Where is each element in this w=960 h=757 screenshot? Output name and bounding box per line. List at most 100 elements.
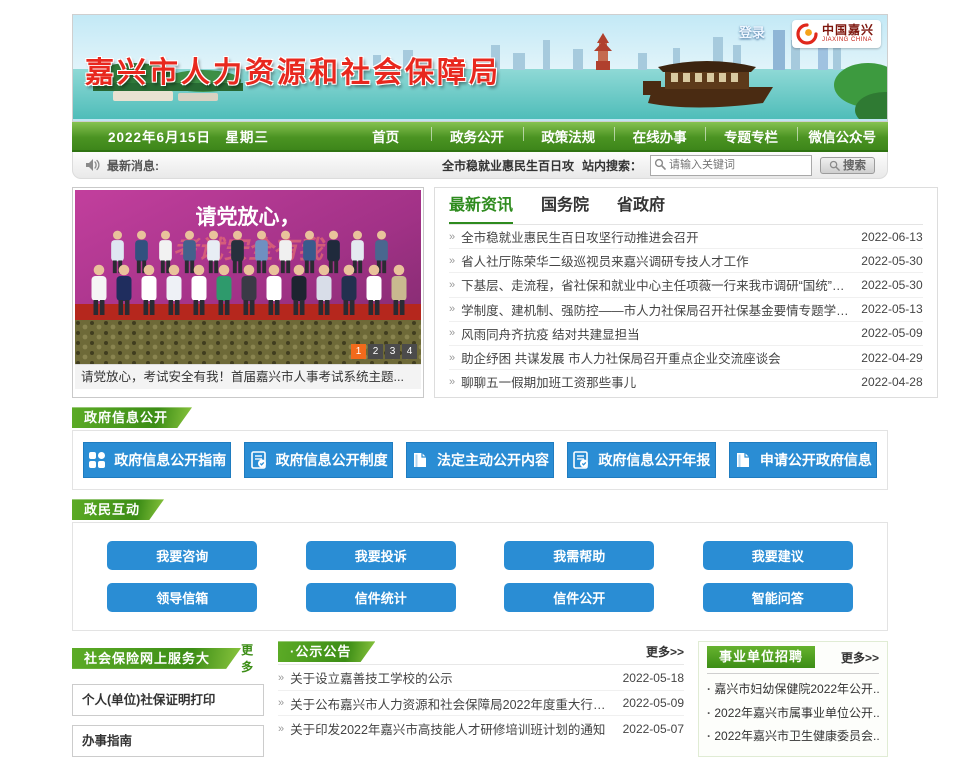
search-button[interactable]: 搜索 xyxy=(820,157,875,174)
grid-icon xyxy=(88,451,106,469)
nav-date: 2022年6月15日 星期三 xyxy=(72,126,340,146)
recruitment-more-link[interactable]: 更多>> xyxy=(841,649,879,666)
news-item-date: 2022-06-13 xyxy=(861,230,922,244)
news-list-item[interactable]: » 助企纾困 共谋发展 市人力社保局召开重点企业交流座谈会 2022-04-29 xyxy=(449,346,923,370)
weekday-text: 星期三 xyxy=(225,130,269,145)
news-tab[interactable]: 最新资讯 xyxy=(449,188,513,224)
service-item[interactable]: 办事指南 xyxy=(72,725,264,757)
ticker-marquee-text[interactable]: 全市稳就业惠民生百日攻 xyxy=(442,157,574,174)
interaction-button[interactable]: 我要投诉 xyxy=(306,541,456,570)
news-list-item[interactable]: » 省人社厅陈荣华二级巡视员来嘉兴调研专技人才工作 2022-05-30 xyxy=(449,249,923,273)
news-item-title: 省人社厅陈荣华二级巡视员来嘉兴调研专技人才工作 xyxy=(461,251,851,270)
news-list-item[interactable]: » 风雨同舟齐抗疫 结对共建显担当 2022-05-09 xyxy=(449,322,923,346)
interaction-button[interactable]: 我需帮助 xyxy=(504,541,654,570)
double-arrow-icon: » xyxy=(449,376,455,388)
social-security-more-link[interactable]: 更多 xyxy=(241,641,264,675)
double-arrow-icon: » xyxy=(278,697,284,709)
news-list-item[interactable]: » 下基层、走流程，省社保和就业中心主任项薇一行来我市调研“国统”上线情况 20… xyxy=(449,273,923,297)
slideshow-caption[interactable]: 请党放心，考试安全有我！首届嘉兴市人事考试系统主题... xyxy=(75,364,421,389)
social-security-panel: 社会保险网上服务大厅 更多 个人(单位)社保证明打印办事指南 xyxy=(72,641,264,757)
document-check-icon xyxy=(572,451,590,469)
nav-link[interactable]: 首页 xyxy=(340,122,431,150)
info-disclosure-button[interactable]: 政府信息公开制度 xyxy=(244,442,392,478)
announcements-more-link[interactable]: 更多>> xyxy=(646,643,684,660)
info-button-label: 政府信息公开年报 xyxy=(598,450,710,470)
info-disclosure-button[interactable]: 申请公开政府信息 xyxy=(729,442,877,478)
nav-link[interactable]: 专题专栏 xyxy=(705,122,796,150)
main-nav: 2022年6月15日 星期三 首页政务公开政策法规在线办事专题专栏微信公众号 xyxy=(72,122,888,152)
info-disclosure-button[interactable]: 政府信息公开年报 xyxy=(567,442,715,478)
login-link[interactable]: 登录 xyxy=(739,22,765,41)
announcements-header: ·公示公告 xyxy=(278,641,375,662)
info-disclosure-header: 政府信息公开 xyxy=(72,407,192,428)
pagination-dot[interactable]: 3 xyxy=(385,344,400,359)
recruitment-item[interactable]: 嘉兴市妇幼保健院2022年公开... xyxy=(707,678,879,702)
news-list-item[interactable]: » 全市稳就业惠民生百日攻坚行动推进会召开 2022-06-13 xyxy=(449,225,923,249)
pagination-dot[interactable]: 2 xyxy=(368,344,383,359)
interaction-button[interactable]: 我要建议 xyxy=(703,541,853,570)
news-item-date: 2022-05-30 xyxy=(861,278,922,292)
announcements-list: » 关于设立嘉善技工学校的公示 2022-05-18 » 关于公布嘉兴市人力资源… xyxy=(278,665,684,741)
double-arrow-icon: » xyxy=(278,723,284,735)
photo-slideshow[interactable]: 请党放心， 考试安全有我 xyxy=(72,187,424,398)
double-arrow-icon: » xyxy=(449,327,455,339)
interaction-button[interactable]: 信件公开 xyxy=(504,583,654,612)
announcement-date: 2022-05-09 xyxy=(623,696,684,710)
interaction-button[interactable]: 领导信箱 xyxy=(107,583,257,612)
news-list-item[interactable]: » 学制度、建机制、强防控——市人力社保局召开社保基金要情专题学习会 2022-… xyxy=(449,298,923,322)
slideshow-photo[interactable]: 请党放心， 考试安全有我 xyxy=(75,190,421,364)
info-disclosure-button[interactable]: 政府信息公开指南 xyxy=(83,442,231,478)
news-ticker-bar: 最新消息: 全市稳就业惠民生百日攻 站内搜索： 搜索 xyxy=(72,152,888,179)
slideshow-pagination: 1234 xyxy=(351,344,417,359)
date-text: 2022年6月15日 xyxy=(108,130,211,145)
interaction-button[interactable]: 我要咨询 xyxy=(107,541,257,570)
news-item-title: 风雨同舟齐抗疫 结对共建显担当 xyxy=(461,324,851,343)
interaction-buttons: 我要咨询 我要投诉 我需帮助 我要建议领导信箱 信件统计 信件公开 智能问答 xyxy=(83,534,877,619)
search-input[interactable] xyxy=(650,155,812,176)
news-item-date: 2022-04-29 xyxy=(861,351,922,365)
nav-links: 首页政务公开政策法规在线办事专题专栏微信公众号 xyxy=(340,122,888,150)
news-tab[interactable]: 国务院 xyxy=(541,188,589,224)
service-item[interactable]: 个人(单位)社保证明打印 xyxy=(72,684,264,716)
announcement-item[interactable]: » 关于印发2022年嘉兴市高技能人才研修培训班计划的通知 2022-05-07 xyxy=(278,716,684,741)
site-search-label: 站内搜索： xyxy=(582,157,642,174)
announcement-item[interactable]: » 关于公布嘉兴市人力资源和社会保障局2022年度重大行政决策事... 2022… xyxy=(278,691,684,717)
pagination-dot[interactable]: 4 xyxy=(402,344,417,359)
site-title: 嘉兴市人力资源和社会保障局 xyxy=(85,49,501,91)
double-arrow-icon: » xyxy=(449,279,455,291)
announcement-title: 关于印发2022年嘉兴市高技能人才研修培训班计划的通知 xyxy=(290,719,612,738)
info-disclosure-button[interactable]: 法定主动公开内容 xyxy=(406,442,554,478)
news-item-date: 2022-04-28 xyxy=(861,375,922,389)
recruitment-item[interactable]: 2022年嘉兴市属事业单位公开... xyxy=(707,702,879,726)
logo-swirl-icon xyxy=(796,23,818,45)
interaction-button[interactable]: 信件统计 xyxy=(306,583,456,612)
search-button-icon xyxy=(829,160,840,171)
news-list-item[interactable]: » 聊聊五一假期加班工资那些事儿 2022-04-28 xyxy=(449,370,923,393)
photo-banner-line2: 考试安全有我 xyxy=(173,236,326,264)
nav-link[interactable]: 政策法规 xyxy=(523,122,614,150)
news-item-title: 学制度、建机制、强防控——市人力社保局召开社保基金要情专题学习会 xyxy=(461,300,851,319)
announcement-title: 关于公布嘉兴市人力资源和社会保障局2022年度重大行政决策事... xyxy=(290,694,612,713)
news-item-title: 助企纾困 共谋发展 市人力社保局召开重点企业交流座谈会 xyxy=(461,348,851,367)
news-item-date: 2022-05-09 xyxy=(861,326,922,340)
nav-link[interactable]: 在线办事 xyxy=(614,122,705,150)
logo-text-cn: 中国嘉兴 xyxy=(822,24,874,37)
info-button-label: 申请公开政府信息 xyxy=(760,450,872,470)
public-interaction-section: 政民互动 我要咨询 我要投诉 我需帮助 我要建议领导信箱 信件统计 信件公开 智能问答 xyxy=(72,499,888,631)
nav-link[interactable]: 微信公众号 xyxy=(797,122,888,150)
group-photo-image: 请党放心， 考试安全有我 xyxy=(75,190,421,364)
news-item-title: 聊聊五一假期加班工资那些事儿 xyxy=(461,372,851,391)
book-icon xyxy=(411,451,429,469)
interaction-header: 政民互动 xyxy=(72,499,164,520)
announcement-item[interactable]: » 关于设立嘉善技工学校的公示 2022-05-18 xyxy=(278,665,684,691)
double-arrow-icon: » xyxy=(449,231,455,243)
news-item-title: 下基层、走流程，省社保和就业中心主任项薇一行来我市调研“国统”上线情况 xyxy=(461,275,851,294)
nav-link[interactable]: 政务公开 xyxy=(431,122,522,150)
recruitment-item[interactable]: 2022年嘉兴市卫生健康委员会... xyxy=(707,725,879,749)
page-container: 嘉兴市人力资源和社会保障局 登录 中国嘉兴 JIAXING CHINA 2022… xyxy=(72,14,888,757)
pagination-dot[interactable]: 1 xyxy=(351,344,366,359)
news-item-title: 全市稳就业惠民生百日攻坚行动推进会召开 xyxy=(461,227,851,246)
interaction-button[interactable]: 智能问答 xyxy=(703,583,853,612)
news-tab[interactable]: 省政府 xyxy=(617,188,665,224)
header-banner: 嘉兴市人力资源和社会保障局 登录 中国嘉兴 JIAXING CHINA xyxy=(72,14,888,122)
